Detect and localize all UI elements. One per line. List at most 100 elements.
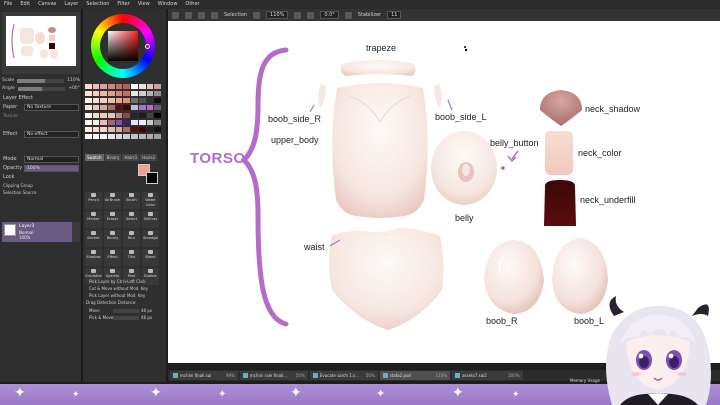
color-swatch[interactable] <box>138 133 146 139</box>
color-swatch[interactable] <box>138 126 146 132</box>
tool-blur[interactable]: Blur <box>123 230 140 247</box>
color-swatch[interactable] <box>131 98 138 104</box>
scale-slider[interactable] <box>17 78 65 83</box>
color-swatch[interactable] <box>100 133 108 139</box>
tool-bleed[interactable]: Bleed <box>142 249 159 266</box>
tool-bucket[interactable]: Bucket <box>85 230 102 247</box>
tool-pencil[interactable]: Pencil <box>85 192 102 209</box>
color-swatch[interactable] <box>131 119 138 125</box>
color-swatch[interactable] <box>108 98 115 104</box>
color-swatch[interactable] <box>108 133 115 139</box>
color-swatch[interactable] <box>138 98 146 104</box>
invert-selection-icon[interactable] <box>211 11 218 19</box>
color-swatch[interactable] <box>108 91 115 97</box>
color-swatch[interactable] <box>146 105 154 111</box>
deselect-icon[interactable] <box>198 11 205 19</box>
color-swatch[interactable] <box>108 84 115 89</box>
color-swatch[interactable] <box>85 98 92 104</box>
color-swatch[interactable] <box>85 119 92 125</box>
color-swatch[interactable] <box>146 91 154 97</box>
color-swatch[interactable] <box>92 98 100 104</box>
flip-icon[interactable] <box>344 11 352 19</box>
color-swatch[interactable] <box>100 98 108 104</box>
tool-shadow[interactable]: Shadow <box>85 249 102 266</box>
color-swatch[interactable] <box>123 126 131 132</box>
zoom-out-icon[interactable] <box>253 11 261 19</box>
tab-binary[interactable]: Binary <box>104 154 122 161</box>
menu-filter[interactable]: Filter <box>117 0 129 9</box>
menu-canvas[interactable]: Canvas <box>38 0 56 9</box>
color-swatch[interactable] <box>85 112 92 118</box>
current-colors[interactable] <box>138 164 160 186</box>
option-pick-layer-ctrl[interactable]: Pick Layer by Ctrl+Left Click <box>89 279 146 284</box>
color-swatch[interactable] <box>138 91 146 97</box>
menu-edit[interactable]: Edit <box>20 0 30 9</box>
color-swatch[interactable] <box>85 91 92 97</box>
color-swatch[interactable] <box>115 105 123 111</box>
color-swatch[interactable] <box>123 112 131 118</box>
saturation-value-square[interactable] <box>108 31 138 61</box>
tab-swatch[interactable]: Swatch <box>85 154 104 161</box>
color-swatch[interactable] <box>100 91 108 97</box>
tool-water-color[interactable]: Water Color <box>142 192 159 209</box>
color-swatch[interactable] <box>154 84 161 89</box>
color-swatch[interactable] <box>154 112 161 118</box>
hue-picker-handle[interactable] <box>145 44 150 49</box>
color-swatch[interactable] <box>100 126 108 132</box>
color-swatch[interactable] <box>154 133 161 139</box>
color-swatch[interactable] <box>154 119 161 125</box>
color-swatch[interactable] <box>131 105 138 111</box>
color-swatch[interactable] <box>85 105 92 111</box>
tab-hairs1[interactable]: Hairs1 <box>122 154 140 161</box>
color-swatch[interactable] <box>138 119 146 125</box>
navigator[interactable] <box>2 12 80 74</box>
color-swatch[interactable] <box>146 119 154 125</box>
tab-hairs2[interactable]: Hairs2 <box>140 154 158 161</box>
file-tab[interactable]: assets7.sai2 200% <box>452 371 523 380</box>
color-swatch[interactable] <box>92 91 100 97</box>
menu-selection[interactable]: Selection <box>86 0 109 9</box>
option-pick-layer[interactable]: Pick Layer without Mod. Key <box>89 293 145 298</box>
color-swatch[interactable] <box>115 119 123 125</box>
color-swatch[interactable] <box>138 84 146 89</box>
color-swatch[interactable] <box>92 119 100 125</box>
color-swatch[interactable] <box>115 112 123 118</box>
menu-other[interactable]: Other <box>185 0 199 9</box>
swatch-grid[interactable] <box>85 84 161 140</box>
color-swatch[interactable] <box>146 126 154 132</box>
color-swatch[interactable] <box>115 84 123 89</box>
color-swatch[interactable] <box>123 105 131 111</box>
color-swatch[interactable] <box>100 112 108 118</box>
menu-layer[interactable]: Layer <box>64 0 78 9</box>
tool-smudge[interactable]: Smudge <box>142 230 159 247</box>
color-swatch[interactable] <box>131 133 138 139</box>
option-cut-move[interactable]: Cut & Move without Mod. Key <box>89 286 148 291</box>
color-swatch[interactable] <box>100 119 108 125</box>
color-swatch[interactable] <box>92 133 100 139</box>
color-swatch[interactable] <box>138 105 146 111</box>
color-swatch[interactable] <box>123 133 131 139</box>
navigator-preview[interactable] <box>6 16 76 66</box>
color-swatch[interactable] <box>115 126 123 132</box>
tool-seleras[interactable]: SelEras <box>142 211 159 228</box>
color-swatch[interactable] <box>131 91 138 97</box>
scale-row[interactable]: Scale 110% <box>2 77 80 84</box>
color-swatch[interactable] <box>138 112 146 118</box>
angle-slider[interactable] <box>17 86 66 91</box>
tool-airbrush[interactable]: AirBrush <box>104 192 121 209</box>
color-swatch[interactable] <box>92 105 100 111</box>
color-swatch[interactable] <box>123 91 131 97</box>
color-swatch[interactable] <box>85 84 92 89</box>
tool-thin[interactable]: Thin <box>123 249 140 266</box>
zoom-in-icon[interactable] <box>294 11 302 19</box>
color-swatch[interactable] <box>154 126 161 132</box>
color-swatch[interactable] <box>146 98 154 104</box>
clipping-group-checkbox[interactable]: Clipping Group <box>3 183 33 188</box>
layer-row[interactable]: Layer3 Normal 100% <box>2 222 72 242</box>
color-swatch[interactable] <box>108 112 115 118</box>
color-wheel[interactable] <box>91 14 155 78</box>
menu-view[interactable]: View <box>138 0 150 9</box>
effect-select[interactable]: No effect <box>24 131 79 138</box>
menu-file[interactable]: File <box>4 0 12 9</box>
pick-move-distance-slider[interactable] <box>113 316 139 320</box>
